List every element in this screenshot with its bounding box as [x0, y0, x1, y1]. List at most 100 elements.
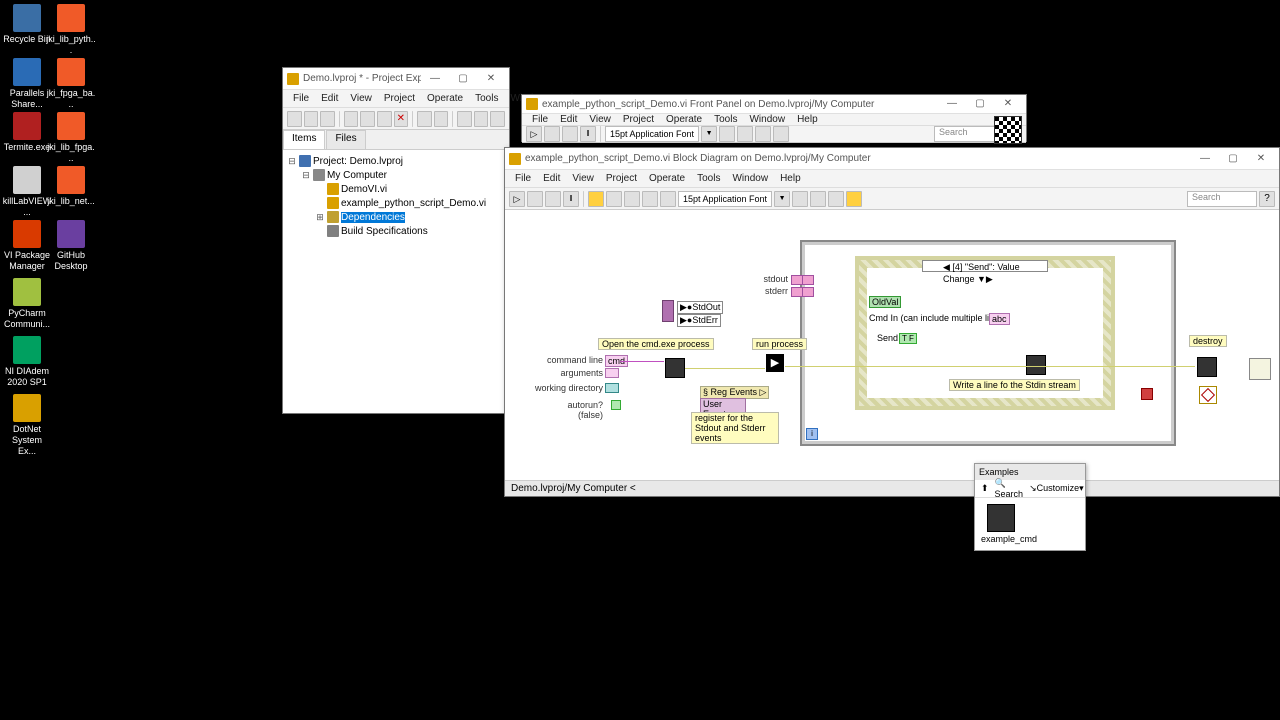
desktop-icon[interactable]: Termite.exe — [2, 112, 52, 153]
resize-icon[interactable] — [755, 126, 771, 142]
bd-titlebar[interactable]: example_python_script_Demo.vi Block Diag… — [505, 148, 1279, 170]
pause-icon[interactable]: ‖ — [563, 191, 579, 207]
project-explorer-window[interactable]: Demo.lvproj * - Project Explorer — ▢ ✕ F… — [282, 67, 510, 414]
bd-toolbar[interactable]: ▷ ‖ 15pt Application Font ▼ Search ? — [505, 188, 1279, 210]
maximize-button[interactable]: ▢ — [449, 70, 477, 88]
menu-help[interactable]: Help — [774, 173, 807, 184]
menu-project[interactable]: Project — [378, 93, 421, 104]
delete-icon[interactable]: ✕ — [394, 111, 409, 127]
run-cont-icon[interactable] — [544, 126, 560, 142]
save-all-icon[interactable] — [320, 111, 335, 127]
const-wd[interactable] — [605, 383, 619, 393]
tunnel-stderr-inner[interactable] — [802, 287, 814, 297]
toolbar-icon[interactable] — [490, 111, 505, 127]
distribute-icon[interactable] — [737, 126, 753, 142]
step-into-icon[interactable] — [624, 191, 640, 207]
tree-example-vi[interactable]: example_python_script_Demo.vi — [287, 196, 505, 210]
node-oldval[interactable]: OldVal — [869, 296, 901, 308]
desktop-icon[interactable]: DotNet System Ex... — [2, 394, 52, 457]
font-selector[interactable]: 15pt Application Font — [605, 126, 699, 142]
menu-project[interactable]: Project — [600, 173, 643, 184]
node-run-arrow[interactable]: ▶ — [766, 354, 784, 372]
const-autorun[interactable] — [611, 400, 621, 410]
node-open-process[interactable] — [665, 358, 685, 378]
highlight-icon[interactable] — [588, 191, 604, 207]
fp-toolbar[interactable]: ▷ ‖ 15pt Application Font ▼ Search ? — [522, 126, 1026, 143]
cut-icon[interactable] — [344, 111, 359, 127]
font-selector[interactable]: 15pt Application Font — [678, 191, 772, 207]
fp-titlebar[interactable]: example_python_script_Demo.vi Front Pane… — [522, 95, 1026, 114]
menu-edit[interactable]: Edit — [554, 114, 583, 125]
menu-file[interactable]: File — [287, 93, 315, 104]
distribute-icon[interactable] — [810, 191, 826, 207]
abort-icon[interactable] — [545, 191, 561, 207]
pe-menubar[interactable]: FileEditViewProjectOperateToolsWindowHel… — [283, 90, 509, 108]
up-icon[interactable]: ⬆ — [981, 483, 989, 494]
paste-icon[interactable] — [377, 111, 392, 127]
close-button[interactable]: ✕ — [994, 95, 1022, 113]
close-button[interactable]: ✕ — [1247, 150, 1275, 168]
step-over-icon[interactable] — [642, 191, 658, 207]
const-args[interactable] — [605, 368, 619, 378]
menu-operate[interactable]: Operate — [421, 93, 469, 104]
menu-edit[interactable]: Edit — [315, 93, 344, 104]
minimize-button[interactable]: — — [421, 70, 449, 88]
menu-help[interactable]: Help — [791, 114, 824, 125]
desktop-icon[interactable]: jki_lib_net... — [46, 166, 96, 207]
tab-items[interactable]: Items — [283, 130, 325, 149]
project-tree[interactable]: ⊟Project: Demo.lvproj ⊟My Computer DemoV… — [283, 150, 509, 413]
node-error-handler[interactable] — [1249, 358, 1271, 380]
menu-operate[interactable]: Operate — [643, 173, 691, 184]
copy-icon[interactable] — [360, 111, 375, 127]
toolbar-icon[interactable] — [417, 111, 432, 127]
desktop-icon[interactable]: GitHub Desktop — [46, 220, 96, 272]
maximize-button[interactable]: ▢ — [966, 95, 994, 113]
minimize-button[interactable]: — — [1191, 150, 1219, 168]
menu-file[interactable]: File — [509, 173, 537, 184]
tunnel-stdout-inner[interactable] — [802, 275, 814, 285]
tree-dependencies[interactable]: ⊞Dependencies — [287, 210, 505, 224]
bd-menubar[interactable]: FileEditViewProjectOperateToolsWindowHel… — [505, 170, 1279, 188]
menu-operate[interactable]: Operate — [660, 114, 708, 125]
font-dropdown-icon[interactable]: ▼ — [701, 126, 717, 142]
examples-palette[interactable]: Examples ⬆ 🔍Search ↘Customize▾ example_c… — [974, 463, 1086, 551]
step-out-icon[interactable] — [660, 191, 676, 207]
control-cmdin[interactable]: abc — [989, 313, 1010, 325]
menu-view[interactable]: View — [583, 114, 617, 125]
palette-title[interactable]: Examples — [975, 464, 1085, 480]
cleanup-icon[interactable] — [846, 191, 862, 207]
minimize-button[interactable]: — — [938, 95, 966, 113]
run-icon[interactable]: ▷ — [526, 126, 542, 142]
align-icon[interactable] — [792, 191, 808, 207]
menu-window[interactable]: Window — [726, 173, 774, 184]
pe-titlebar[interactable]: Demo.lvproj * - Project Explorer — ▢ ✕ — [283, 68, 509, 90]
desktop-icon[interactable]: PyCharm Communi... — [2, 278, 52, 330]
block-diagram-window[interactable]: example_python_script_Demo.vi Block Diag… — [504, 147, 1280, 497]
block-diagram-canvas[interactable]: command line cmd arguments working direc… — [505, 210, 1279, 480]
save-icon[interactable] — [304, 111, 319, 127]
run-icon[interactable]: ▷ — [509, 191, 525, 207]
tree-my-computer[interactable]: ⊟My Computer — [287, 168, 505, 182]
tree-project-root[interactable]: ⊟Project: Demo.lvproj — [287, 154, 505, 168]
const-stdout-ev[interactable]: ▶●StdOut — [677, 301, 723, 314]
reorder-icon[interactable] — [828, 191, 844, 207]
node-write-stdin[interactable] — [1026, 355, 1046, 375]
toolbar-icon[interactable] — [434, 111, 449, 127]
desktop-icon[interactable]: killLabVIEW... — [2, 166, 52, 218]
menu-edit[interactable]: Edit — [537, 173, 566, 184]
retain-wire-icon[interactable] — [606, 191, 622, 207]
run-cont-icon[interactable] — [527, 191, 543, 207]
control-send[interactable]: T F — [899, 333, 917, 344]
palette-search[interactable]: 🔍Search — [995, 478, 1024, 499]
menu-tools[interactable]: Tools — [469, 93, 504, 104]
reorder-icon[interactable] — [773, 126, 789, 142]
node-bundle[interactable] — [662, 300, 674, 322]
menu-view[interactable]: View — [344, 93, 378, 104]
menu-view[interactable]: View — [566, 173, 600, 184]
tree-build-specs[interactable]: Build Specifications — [287, 224, 505, 238]
desktop-icon[interactable]: Parallels Share... — [2, 58, 52, 110]
bd-search[interactable]: Search — [1187, 191, 1257, 207]
menu-tools[interactable]: Tools — [691, 173, 726, 184]
close-button[interactable]: ✕ — [477, 70, 505, 88]
vi-icon-grid[interactable] — [994, 116, 1022, 144]
